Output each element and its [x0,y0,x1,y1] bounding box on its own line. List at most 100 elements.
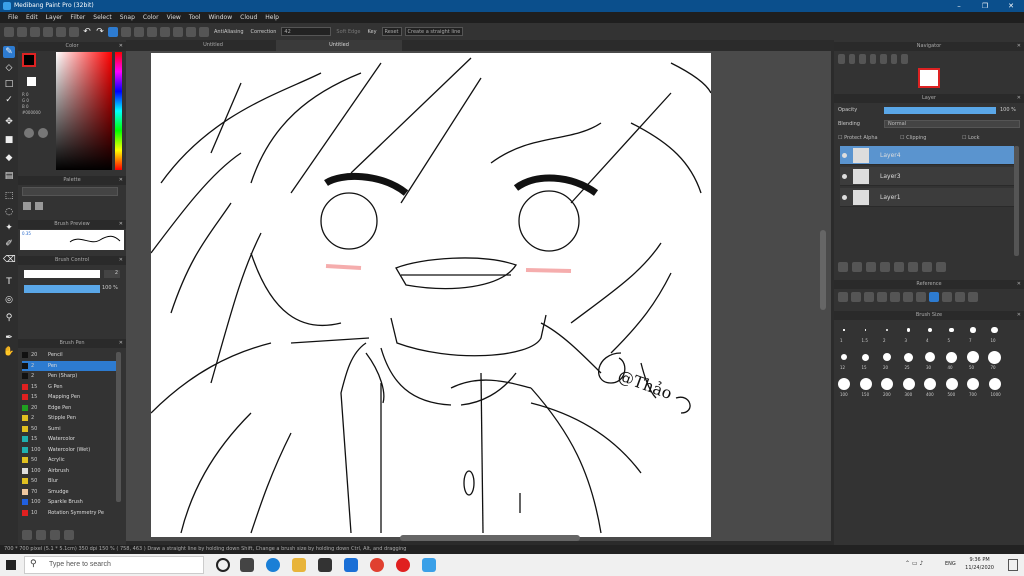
brush-size-dot[interactable] [967,351,979,363]
snap-parallel-icon[interactable] [121,26,131,37]
dot-tool-icon[interactable]: ✓ [3,94,15,106]
canvas-vertical-scrollbar[interactable] [820,230,826,310]
protect-alpha-checkbox[interactable]: ☐ Protect Alpha [838,135,878,141]
brush-folder-icon[interactable] [50,530,60,540]
brush-item[interactable]: 50 Sumi [22,424,116,434]
menu-snap[interactable]: Snap [116,12,139,23]
brush-size-dot[interactable] [946,351,957,363]
menu-view[interactable]: View [163,12,185,23]
fill-tool-icon[interactable]: ■ [3,134,15,146]
color-saturation-picker[interactable] [56,52,112,170]
file-explorer-icon[interactable] [292,558,306,572]
store-icon[interactable] [318,558,332,572]
hue-slider[interactable] [115,52,122,170]
reference-close-icon[interactable] [864,292,874,302]
reference-eyedropper-icon[interactable] [916,292,926,302]
brush-item[interactable]: 15 Mapping Pen [22,392,116,402]
minimize-button[interactable]: – [946,0,972,12]
reference-zoom-out-icon[interactable] [890,292,900,302]
menu-help[interactable]: Help [261,12,283,23]
layer-visibility-icon[interactable] [842,153,847,158]
fit-icon[interactable] [859,54,866,64]
reference-pin-icon[interactable] [968,292,978,302]
operation-tool-icon[interactable]: ◎ [3,294,15,306]
medibang-taskbar-icon[interactable] [422,558,436,572]
brush-item[interactable]: 15 G Pen [22,382,116,392]
snap-grid-icon[interactable] [134,26,144,37]
rotate-right-icon[interactable] [890,54,898,64]
layer-row[interactable]: Layer3 [840,167,1014,186]
brush-size-dot[interactable] [885,328,889,332]
brush-size-dot[interactable] [881,378,893,390]
brush-size-dot[interactable] [841,354,847,360]
cortana-icon[interactable] [216,558,230,572]
palette-select[interactable] [22,187,118,196]
color-mode-icon[interactable] [24,128,34,138]
new-layer-icon[interactable] [838,262,848,272]
brush-item[interactable]: 50 Blur [22,476,116,486]
brush-list-scrollbar[interactable] [116,352,121,502]
language-indicator[interactable]: ENG [945,561,956,567]
brush-tool-icon[interactable]: ✎ [3,46,15,58]
zoom-in-icon[interactable] [838,54,845,64]
save-icon[interactable] [43,26,53,37]
brush-opacity-slider[interactable] [24,285,100,293]
menu-tool[interactable]: Tool [185,12,205,23]
new-icon[interactable] [17,26,27,37]
export-icon[interactable] [56,26,66,37]
reference-zoom-in-icon[interactable] [877,292,887,302]
snap-circle-icon[interactable] [173,26,183,37]
reference-rotate-icon[interactable] [942,292,952,302]
start-icon[interactable] [6,560,16,570]
taskbar-search-input[interactable]: Type here to search [24,556,204,574]
brush-size-dot[interactable] [949,327,954,333]
brush-item[interactable]: 15 Watercolor [22,434,116,444]
brush-copy-icon[interactable] [64,530,74,540]
gradient-tool-icon[interactable]: ▤ [3,170,15,182]
brush-item[interactable]: 50 Acrylic [22,455,116,465]
brush-size-value[interactable]: 2 [104,270,120,278]
brush-size-dot[interactable] [928,328,932,332]
primary-color-swatch[interactable] [22,53,36,67]
new-8bit-layer-icon[interactable] [866,262,876,272]
blending-select[interactable]: Normal [884,120,1020,128]
reset-button[interactable]: Reset [381,27,402,36]
duplicate-layer-icon[interactable] [908,262,918,272]
soft-edge-toggle[interactable]: Soft Edge [334,29,362,35]
brush-item[interactable]: 100 Watercolor (Wet) [22,445,116,455]
brush-size-dot[interactable] [970,327,976,333]
undo-icon[interactable]: ↶ [82,27,92,37]
eyedropper-icon[interactable]: ⚲ [3,312,15,324]
select-eraser-icon[interactable]: ⌫ [3,254,16,266]
brush-size-dot[interactable] [838,378,850,390]
opera-icon[interactable] [396,558,410,572]
mail-icon[interactable] [344,558,358,572]
layer-row[interactable]: Layer1 [840,188,1014,207]
menu-cloud[interactable]: Cloud [236,12,261,23]
correction-select[interactable]: 42 [281,27,332,36]
brush-size-dot[interactable] [924,378,936,390]
taskbar-clock[interactable]: 9:36 PM 11/24/2020 [965,556,994,572]
brush-size-dot[interactable] [902,378,915,390]
menu-edit[interactable]: Edit [22,12,42,23]
layer-list-scrollbar[interactable] [1014,146,1019,256]
brush-item[interactable]: 10 Rotation Symmetry Pe [22,508,116,518]
task-view-icon[interactable] [240,558,254,572]
layer-folder-icon[interactable] [894,262,904,272]
brush-item[interactable]: 2 Pen (Sharp) [22,371,116,381]
brush-size-dot[interactable] [925,352,935,362]
zoom-out-icon[interactable] [848,54,856,64]
reference-hand-icon[interactable] [929,292,939,302]
menu-file[interactable]: File [4,12,22,23]
delete-layer-icon[interactable] [936,262,946,272]
rotate-left-icon[interactable] [880,54,887,64]
palette-new-icon[interactable] [23,202,31,210]
layer-opacity-slider[interactable] [884,107,996,114]
tab-untitled-1[interactable]: Untitled [150,40,276,51]
brush-size-dot[interactable] [862,353,869,361]
brush-item[interactable]: 20 Pencil [22,350,116,360]
canvas-horizontal-scrollbar[interactable] [400,535,580,541]
brush-add-icon[interactable] [22,530,32,540]
brush-size-dot[interactable] [906,328,911,332]
snap-concentric-icon[interactable] [186,26,196,37]
